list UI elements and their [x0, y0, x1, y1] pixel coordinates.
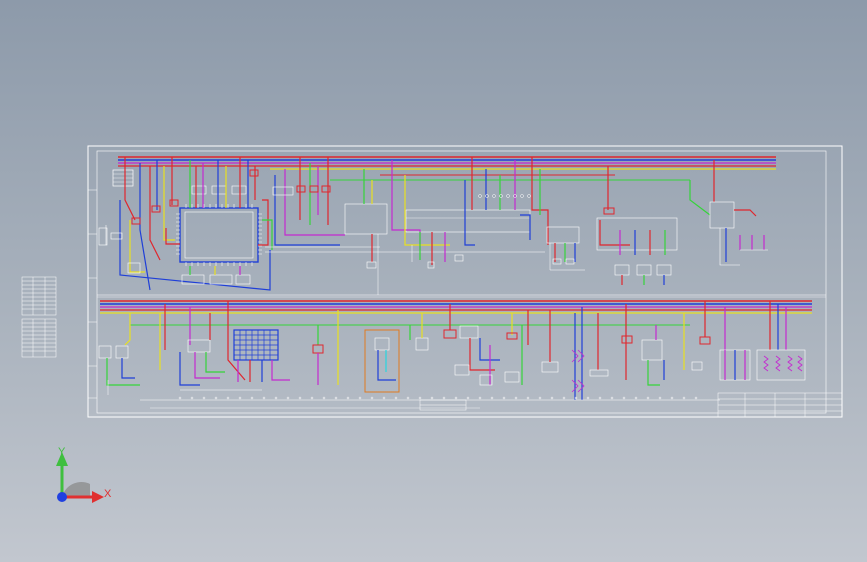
terminal-dot — [334, 396, 338, 400]
terminal-dot — [214, 396, 218, 400]
terminal-dot — [322, 396, 326, 400]
terminal-dot — [622, 396, 626, 400]
terminal-dot — [478, 194, 482, 198]
terminal-dot — [430, 396, 434, 400]
cad-viewport[interactable]: Y X — [0, 0, 867, 562]
terminal-dot — [346, 396, 350, 400]
terminal-dot — [466, 396, 470, 400]
side-table-top — [21, 276, 57, 316]
terminal-dot — [394, 396, 398, 400]
terminal-dot — [178, 396, 182, 400]
terminal-dot — [442, 396, 446, 400]
terminal-dot — [610, 396, 614, 400]
terminal-dot — [502, 396, 506, 400]
terminal-dot — [682, 396, 686, 400]
terminal-dot — [526, 396, 530, 400]
terminal-dot — [694, 396, 698, 400]
terminal-dot — [454, 396, 458, 400]
terminal-dot — [520, 194, 524, 198]
terminal-dot — [646, 396, 650, 400]
terminal-dot — [358, 396, 362, 400]
upper-circuit — [98, 156, 776, 295]
terminal-dot — [226, 396, 230, 400]
terminal-dot — [506, 194, 510, 198]
lower-circuit — [98, 300, 812, 409]
terminal-dot — [490, 396, 494, 400]
terminal-dot — [370, 396, 374, 400]
terminal-dot — [310, 396, 314, 400]
terminal-dot — [586, 396, 590, 400]
terminal-dot — [286, 396, 290, 400]
upper-fuses — [131, 169, 615, 225]
terminal-dot — [658, 396, 662, 400]
terminal-dot — [538, 396, 542, 400]
axis-y-label: Y — [58, 446, 66, 458]
terminal-dot — [382, 396, 386, 400]
terminal-dot — [418, 396, 422, 400]
terminal-dot — [190, 396, 194, 400]
terminal-dot — [238, 396, 242, 400]
side-table-bottom — [21, 318, 57, 358]
terminal-dot — [478, 396, 482, 400]
terminal-dot — [298, 396, 302, 400]
axis-x-label: X — [104, 488, 112, 500]
terminal-markers — [178, 194, 698, 400]
title-block — [419, 392, 843, 418]
terminal-dot — [670, 396, 674, 400]
terminal-dot — [262, 396, 266, 400]
terminal-dot — [562, 396, 566, 400]
terminal-dot — [550, 396, 554, 400]
terminal-dot — [514, 396, 518, 400]
terminal-dot — [634, 396, 638, 400]
terminal-dot — [202, 396, 206, 400]
terminal-dot — [527, 194, 531, 198]
terminal-dot — [492, 194, 496, 198]
terminal-dot — [250, 396, 254, 400]
terminal-dot — [598, 396, 602, 400]
terminal-dot — [274, 396, 278, 400]
ucs-axis-icon — [56, 452, 104, 503]
terminal-dot — [406, 396, 410, 400]
